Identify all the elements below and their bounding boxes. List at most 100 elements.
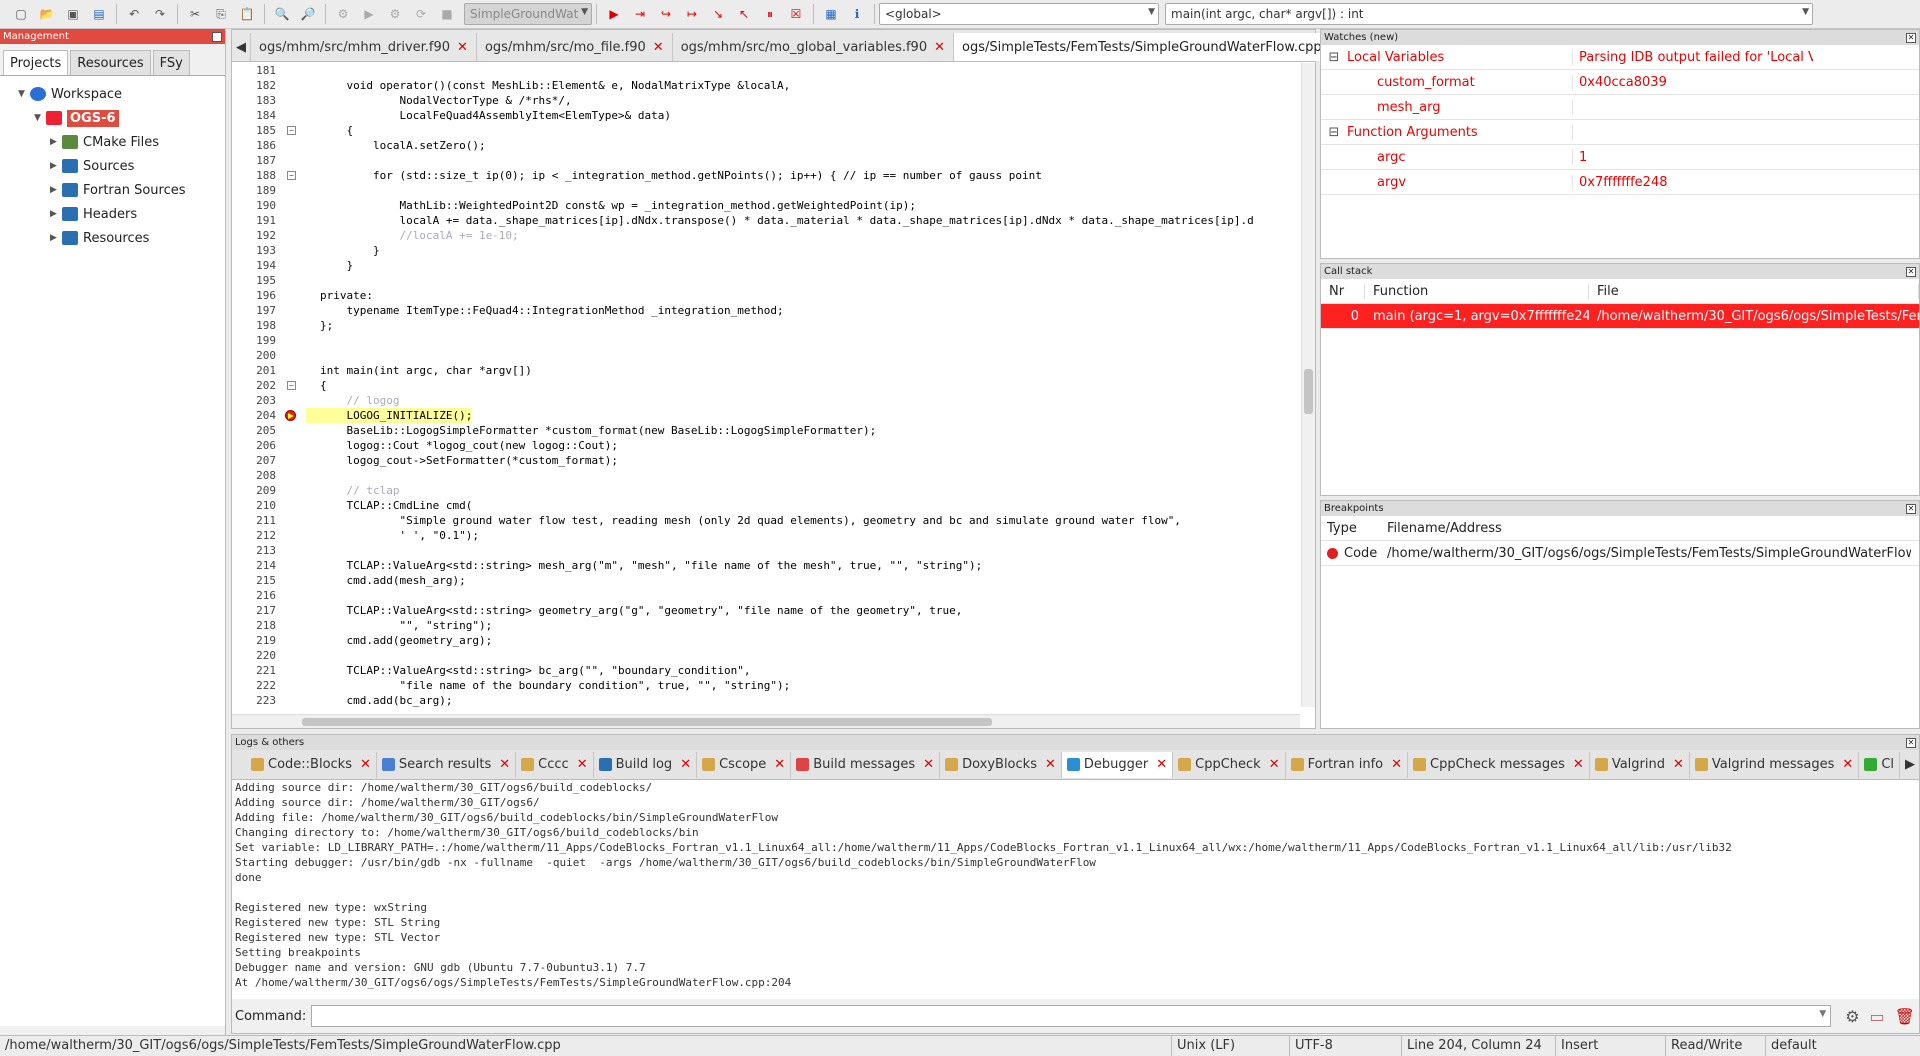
close-icon[interactable]: ✕ — [1906, 737, 1916, 748]
undo-icon[interactable]: ↶ — [124, 4, 144, 24]
code-editor[interactable]: 181 182 void operator()(const MeshLib::El… — [232, 63, 1300, 707]
close-icon[interactable]: ✕ — [934, 40, 945, 55]
gutter[interactable] — [280, 393, 306, 408]
expand-arrow-icon[interactable]: ▼ — [18, 89, 30, 99]
tree-item[interactable]: ▶ Sources — [0, 154, 225, 178]
paste-icon[interactable]: 📋 — [237, 4, 257, 24]
scrollbar-thumb[interactable] — [302, 718, 992, 726]
tree-item[interactable]: ▶ CMake Files — [0, 130, 225, 154]
find-icon[interactable]: 🔍 — [272, 4, 292, 24]
breakpoint-row[interactable]: Code/home/waltherm/30_GIT/ogs6/ogs/Simpl… — [1321, 541, 1919, 566]
log-tab[interactable]: Debugger ✕ — [1061, 751, 1174, 778]
editor-tab[interactable]: ogs/mhm/src/mhm_driver.f90 ✕ — [251, 33, 477, 61]
debug-continue-icon[interactable]: ▶ — [604, 4, 624, 24]
column-header[interactable]: Type — [1321, 521, 1381, 536]
open-icon[interactable]: 📂 — [37, 4, 57, 24]
log-tab[interactable]: Valgrind messages ✕ — [1690, 751, 1860, 778]
gutter[interactable] — [280, 243, 306, 258]
gutter[interactable] — [280, 693, 306, 707]
break-icon[interactable]: ⏸ — [760, 4, 780, 24]
expand-arrow-icon[interactable]: ▶ — [50, 161, 62, 171]
log-tab[interactable]: Search results ✕ — [377, 751, 517, 778]
trash-icon[interactable]: 🗑 — [1895, 1007, 1915, 1026]
expand-arrow-icon[interactable]: ▶ — [50, 209, 62, 219]
gutter[interactable] — [280, 663, 306, 678]
gutter[interactable] — [280, 228, 306, 243]
next-instruction-icon[interactable]: ↦ — [682, 4, 702, 24]
close-icon[interactable]: ✕ — [653, 40, 664, 55]
editor-tab[interactable]: ogs/mhm/src/mo_global_variables.f90 ✕ — [673, 33, 955, 61]
gutter[interactable] — [280, 138, 306, 153]
watch-row[interactable]: argv 0x7fffffffe248 — [1321, 170, 1919, 195]
expand-arrow-icon[interactable]: ▼ — [34, 113, 46, 123]
close-icon[interactable]: ✕ — [499, 757, 510, 772]
tab-scroll-right-icon[interactable]: ▶ — [1900, 752, 1919, 778]
gutter[interactable] — [280, 528, 306, 543]
tree-item[interactable]: ▶ Resources — [0, 226, 225, 250]
gutter[interactable] — [280, 78, 306, 93]
watch-row[interactable]: argc 1 — [1321, 145, 1919, 170]
gutter[interactable] — [280, 63, 306, 78]
gear-icon[interactable]: ⚙ — [1845, 1007, 1859, 1026]
gutter[interactable] — [280, 498, 306, 513]
close-icon[interactable]: ✕ — [1391, 757, 1402, 772]
tree-item[interactable]: ▶ Fortran Sources — [0, 178, 225, 202]
next-line-icon[interactable]: ↪ — [656, 4, 676, 24]
expand-arrow-icon[interactable]: ▶ — [50, 137, 62, 147]
copy-icon[interactable]: ⎘ — [211, 4, 231, 24]
log-tab[interactable]: Cccc ✕ — [516, 751, 594, 778]
close-icon[interactable]: ✕ — [360, 757, 371, 772]
gutter[interactable] — [280, 543, 306, 558]
close-icon[interactable]: ✕ — [680, 757, 691, 772]
horizontal-scrollbar[interactable] — [232, 714, 1300, 728]
cut-icon[interactable]: ✂ — [185, 4, 205, 24]
save-all-icon[interactable]: ▤ — [89, 4, 109, 24]
gutter[interactable] — [280, 648, 306, 663]
expand-arrow-icon[interactable]: ▶ — [50, 233, 62, 243]
gutter[interactable] — [280, 318, 306, 333]
gutter[interactable] — [280, 303, 306, 318]
close-icon[interactable]: ✕ — [1045, 757, 1056, 772]
log-tab[interactable]: CppCheck messages ✕ — [1408, 751, 1590, 778]
watch-row[interactable]: ⊟ Function Arguments — [1321, 120, 1919, 145]
close-icon[interactable]: ✕ — [1906, 503, 1916, 514]
callstack-row[interactable]: 0 main (argc=1, argv=0x7fffffffe248) /home… — [1321, 304, 1919, 329]
editor-tab[interactable]: ogs/SimpleTests/FemTests/SimpleGroundWat… — [954, 33, 1349, 61]
build-run-icon[interactable]: ⚙ — [385, 4, 405, 24]
column-header[interactable]: File — [1589, 283, 1919, 299]
gutter[interactable] — [280, 468, 306, 483]
column-header[interactable]: Filename/Address — [1381, 521, 1911, 536]
gutter[interactable] — [280, 213, 306, 228]
save-icon[interactable]: ▣ — [63, 4, 83, 24]
close-icon[interactable]: ✕ — [1673, 757, 1684, 772]
chevron-down-icon[interactable]: ▼ — [1819, 1009, 1826, 1019]
close-icon[interactable]: ✕ — [1156, 757, 1167, 772]
gutter[interactable] — [280, 513, 306, 528]
watch-row[interactable]: ⊟ Local Variables Parsing IDB output faile… — [1321, 45, 1919, 70]
collapse-icon[interactable]: ⊟ — [1321, 125, 1347, 140]
gutter[interactable] — [280, 483, 306, 498]
new-file-icon[interactable]: ▢ — [11, 4, 31, 24]
tab-scroll-left-icon[interactable]: ◀ — [232, 33, 251, 61]
expand-arrow-icon[interactable]: ▶ — [50, 185, 62, 195]
abort-icon[interactable]: ■ — [437, 4, 457, 24]
gutter[interactable] — [280, 633, 306, 648]
gutter[interactable] — [280, 153, 306, 168]
gutter[interactable] — [280, 363, 306, 378]
gutter[interactable] — [280, 423, 306, 438]
close-icon[interactable]: ✕ — [457, 40, 468, 55]
rebuild-icon[interactable]: ⟳ — [411, 4, 431, 24]
gutter[interactable] — [280, 258, 306, 273]
gutter[interactable] — [280, 573, 306, 588]
gutter[interactable]: − — [280, 168, 306, 183]
log-tab[interactable]: DoxyBlocks ✕ — [940, 751, 1062, 778]
redo-icon[interactable]: ↷ — [150, 4, 170, 24]
tree-item[interactable]: ▶ Headers — [0, 202, 225, 226]
tree-item[interactable]: ▼ Workspace — [0, 82, 225, 106]
log-tab[interactable]: Valgrind ✕ — [1590, 751, 1690, 778]
gutter[interactable] — [280, 618, 306, 633]
gutter[interactable] — [280, 408, 306, 423]
gutter[interactable] — [280, 438, 306, 453]
breakpoint-marker-icon[interactable] — [285, 410, 296, 421]
tree-item[interactable]: ▼ OGS-6 — [0, 106, 225, 130]
